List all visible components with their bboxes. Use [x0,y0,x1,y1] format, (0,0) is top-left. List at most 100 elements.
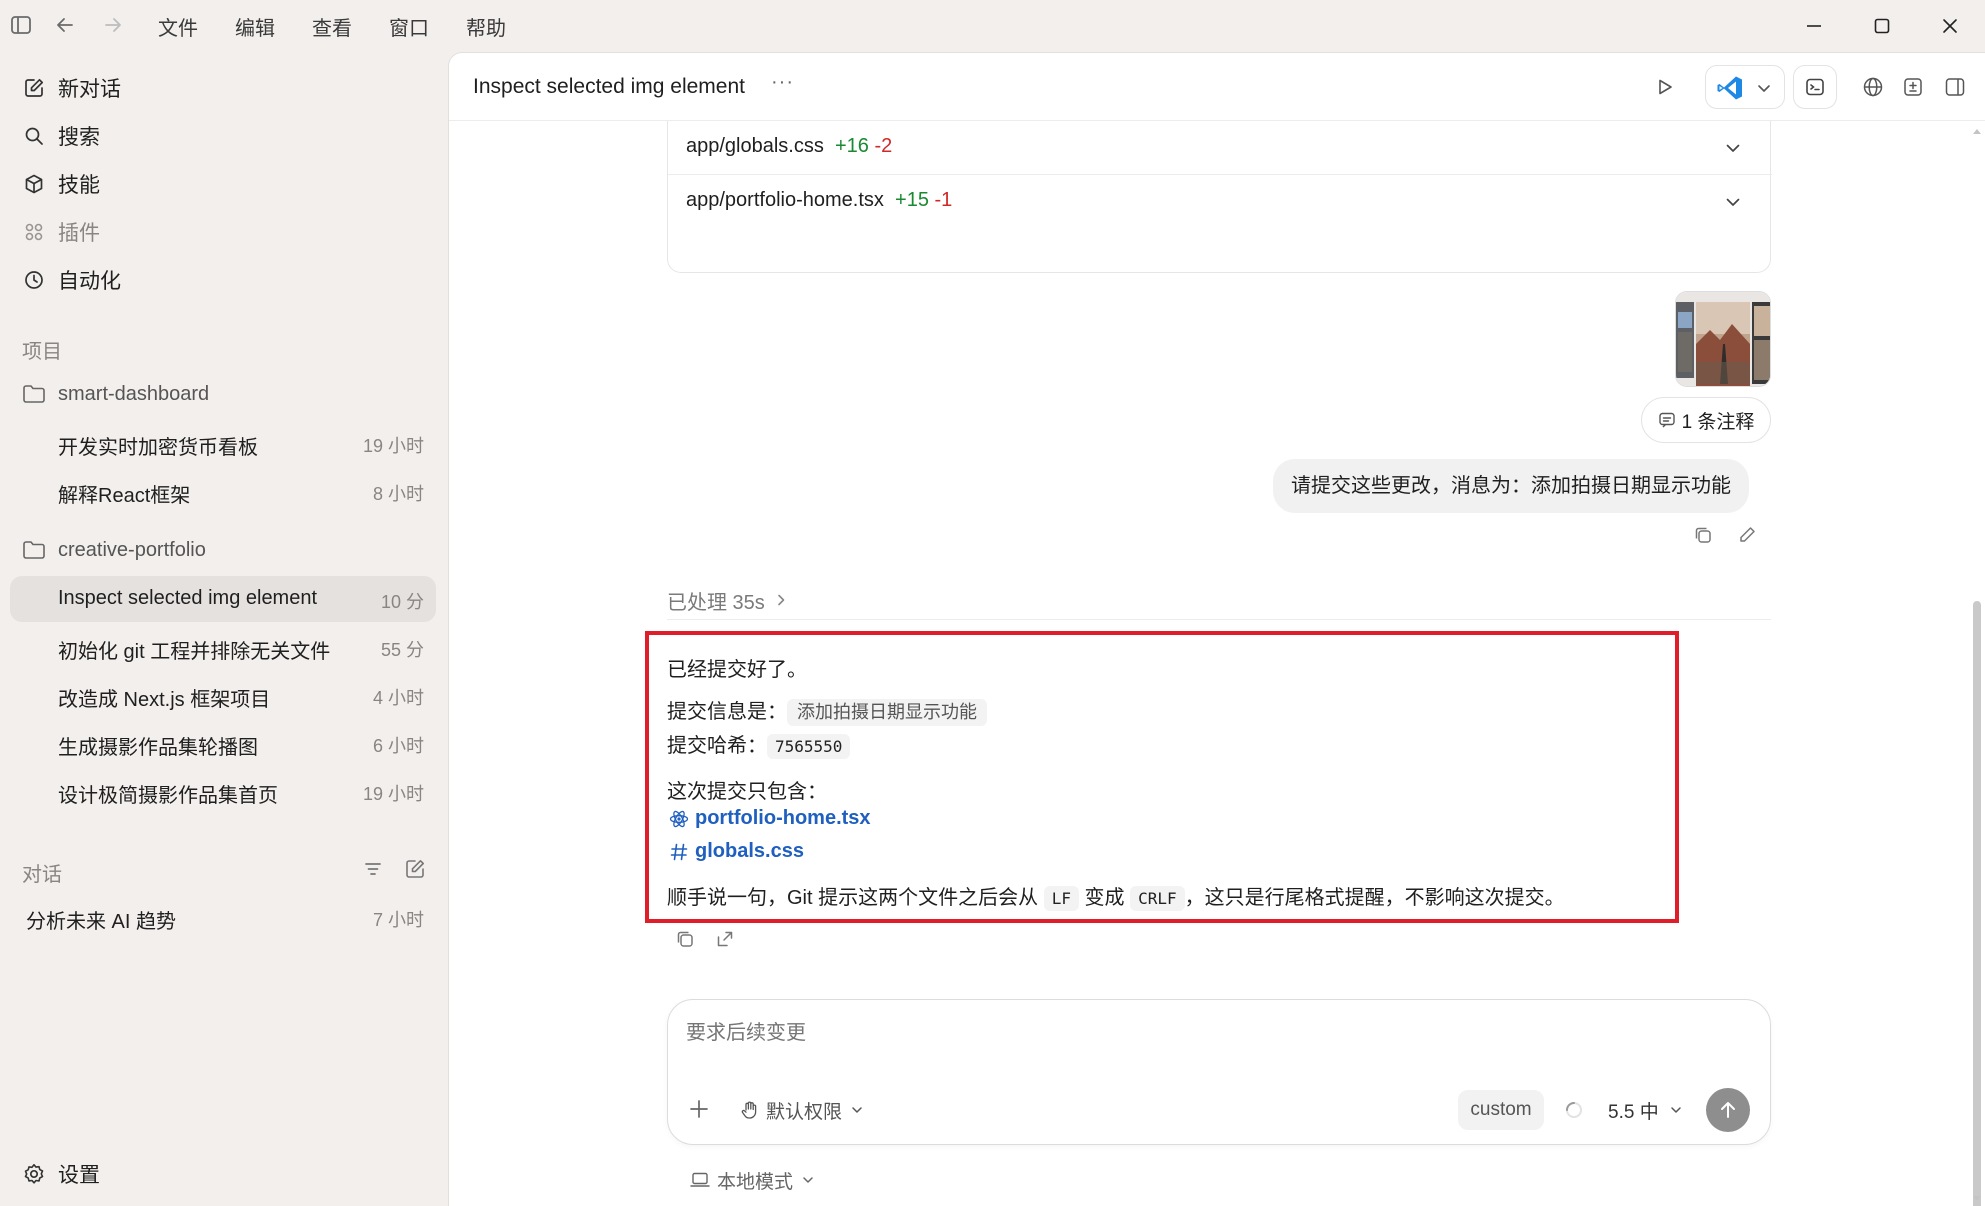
nav-label: 插件 [58,222,100,245]
project-name: creative-portfolio [58,538,206,561]
menu-window[interactable]: 窗口 [389,12,429,41]
thread-item[interactable]: 生成摄影作品集轮播图 6 小时 [10,720,436,766]
line-ending-note: 顺手说一句，Git 提示这两个文件之后会从 LF 变成 CRLF ，这只是行尾格式… [667,881,1565,911]
lines-removed: -2 [874,135,893,157]
note-text: 顺手说一句，Git 提示这两个文件之后会从 [667,887,1039,909]
hand-icon [741,1101,757,1119]
add-attachment-button[interactable] [688,1098,710,1120]
permission-label: 默认权限 [766,1101,843,1123]
menu-help[interactable]: 帮助 [466,12,506,41]
laptop-icon [690,1172,710,1187]
scroll-up-icon[interactable] [1972,127,1982,135]
attached-image-thumbnail[interactable] [1675,291,1771,387]
globe-button[interactable] [1855,69,1891,105]
diff-row[interactable]: app/globals.css +16 -2 [668,121,1772,175]
followup-input[interactable] [686,1018,1746,1048]
run-button[interactable] [1647,69,1683,105]
comment-badge[interactable]: 1 条注释 [1641,397,1771,443]
open-in-editor-button[interactable] [1705,65,1785,109]
edit-pencil-icon[interactable] [1737,525,1757,545]
thread-item[interactable]: 开发实时加密货币看板 19 小时 [10,420,436,466]
chevron-down-icon [803,1177,813,1183]
send-button[interactable] [1706,1088,1750,1132]
note-text: ，这只是行尾格式提醒，不影响这次提交。 [1184,887,1565,909]
react-icon [669,810,689,827]
terminal-button[interactable] [1793,65,1837,109]
thread-time: 19 小时 [362,436,424,456]
chat-item[interactable]: 分析未来 AI 趋势 7 小时 [10,894,436,940]
nav-plugins[interactable]: 插件 [22,212,100,252]
processed-toggle[interactable]: 已处理 35s [667,585,789,615]
project-folder[interactable]: smart-dashboard [22,376,209,412]
menu-view[interactable]: 查看 [312,12,352,41]
chat-title: 分析未来 AI 趋势 [26,911,177,933]
thread-item[interactable]: 初始化 git 工程并排除无关文件 55 分 [10,624,436,670]
chevron-right-icon [778,594,785,606]
model-selector[interactable]: 5.5 中 [1608,1096,1683,1124]
play-icon [1659,79,1672,95]
settings-button[interactable]: 设置 [22,1154,100,1194]
project-folder[interactable]: creative-portfolio [22,532,206,568]
file-link[interactable]: globals.css [669,840,804,863]
forward-arrow-icon[interactable] [102,14,124,36]
file-link-name: portfolio-home.tsx [695,807,871,829]
thread-item-active[interactable]: Inspect selected img element 10 分 [10,576,436,622]
chevron-down-icon[interactable] [1724,193,1742,211]
close-window-button[interactable] [1932,10,1968,42]
chevron-down-icon [852,1107,862,1113]
thread-item[interactable]: 改造成 Next.js 框架项目 4 小时 [10,672,436,718]
terminal-icon [1806,78,1824,96]
folder-icon [22,540,46,560]
thread-item[interactable]: 设计极简摄影作品集首页 19 小时 [10,768,436,814]
right-panel-toggle[interactable] [1937,69,1973,105]
projects-section-label: 项目 [22,341,62,363]
grid-icon [22,220,46,244]
chevron-down-icon [1670,1107,1681,1113]
comment-icon [1658,412,1675,428]
model-label: 5.5 中 [1608,1101,1659,1123]
answer-line: 这次提交只包含： [667,781,827,803]
nav-label: 新对话 [58,78,121,101]
maximize-button[interactable] [1864,10,1900,42]
commit-hash-value: 7565550 [767,734,851,759]
divider [667,619,1771,620]
answer-line: 已经提交好了。 [667,659,807,681]
nav-search[interactable]: 搜索 [22,116,100,156]
menu-edit[interactable]: 编辑 [235,12,275,41]
thread-time: 8 小时 [372,484,424,504]
copy-icon[interactable] [1693,525,1713,545]
menu-file[interactable]: 文件 [158,12,198,41]
nav-new-chat[interactable]: 新对话 [22,68,121,108]
thread-title: 改造成 Next.js 框架项目 [58,689,271,711]
diff-row[interactable]: app/portfolio-home.tsx +15 -1 [668,175,1772,229]
diff-icon [1904,78,1922,96]
nav-label: 自动化 [58,270,121,293]
diff-panel-button[interactable] [1895,69,1931,105]
custom-mode-chip[interactable]: custom [1458,1090,1544,1130]
chevron-down-icon[interactable] [1724,139,1742,157]
scroll-down-icon[interactable] [1972,1195,1982,1203]
nav-automation[interactable]: 自动化 [22,260,121,300]
thread-item[interactable]: 解释React框架 8 小时 [10,468,436,514]
loading-spinner-icon [1564,1100,1584,1120]
filter-icon[interactable] [362,858,384,880]
chevron-down-icon [1756,80,1772,96]
thread-header: Inspect selected img element ··· [449,53,1985,121]
back-arrow-icon[interactable] [54,14,76,36]
file-link[interactable]: portfolio-home.tsx [669,807,871,830]
minimize-button[interactable] [1796,10,1832,42]
sidebar-toggle-icon[interactable] [10,14,32,36]
more-options-button[interactable]: ··· [771,71,794,94]
panel-right-icon [1945,78,1965,96]
new-chat-icon[interactable] [404,858,426,880]
nav-skills[interactable]: 技能 [22,164,100,204]
diff-summary-card: app/globals.css +16 -2 app/portfolio-hom… [667,121,1772,273]
cube-icon [22,172,46,196]
permission-dropdown[interactable]: 默认权限 [740,1096,864,1124]
scrollbar[interactable] [1969,121,1985,1206]
copy-icon[interactable] [675,929,695,949]
fork-icon[interactable] [715,929,735,949]
commit-hash-line: 提交哈希： 7565550 [667,729,851,759]
local-mode-dropdown[interactable]: 本地模式 [689,1165,815,1195]
scrollbar-thumb[interactable] [1973,601,1981,1206]
